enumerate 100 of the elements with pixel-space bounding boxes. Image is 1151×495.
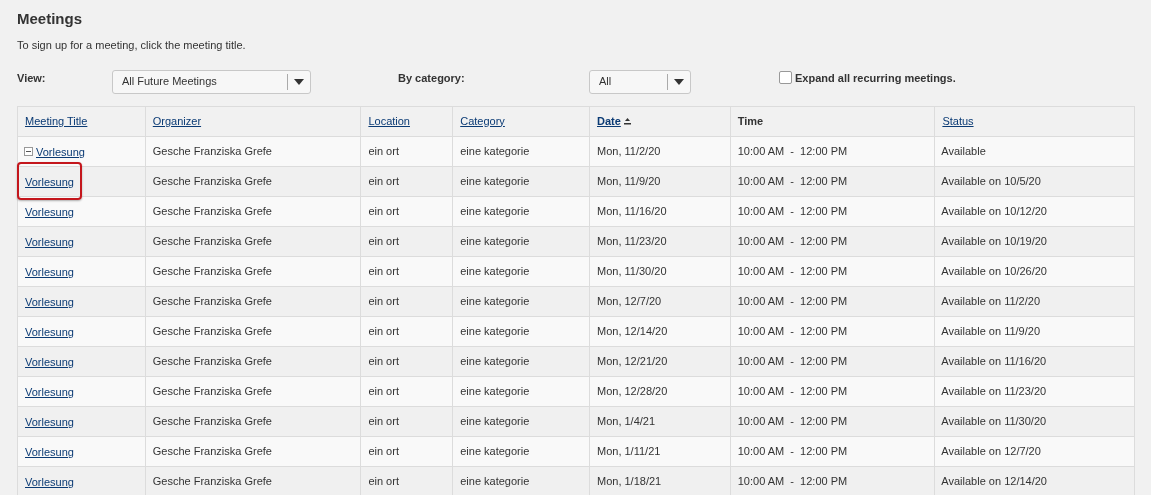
time-cell: 10:00 AM - 12:00 PM [730, 196, 936, 226]
collapse-icon[interactable] [24, 146, 33, 156]
time-cell: 10:00 AM - 12:00 PM [730, 136, 936, 166]
category-label: By category: [398, 70, 466, 86]
time-cell: 10:00 AM - 12:00 PM [730, 226, 936, 256]
table-cell: eine kategorie [453, 166, 590, 196]
column-sort-link[interactable]: Status [942, 112, 974, 130]
time-cell: 10:00 AM - 12:00 PM [730, 166, 936, 196]
table-cell: Gesche Franziska Grefe [145, 316, 362, 346]
table-cell: eine kategorie [453, 136, 590, 166]
meeting-link[interactable]: Vorlesung [25, 266, 74, 278]
table-cell: eine kategorie [453, 316, 590, 346]
select-value: All [598, 74, 613, 90]
table-cell: Gesche Franziska Grefe [145, 256, 362, 286]
meeting-link[interactable]: Vorlesung [25, 446, 74, 458]
table-cell-text: Available on 11/2/20 [940, 293, 1042, 309]
table-cell: Gesche Franziska Grefe [145, 166, 362, 196]
table-cell: Gesche Franziska Grefe [145, 346, 362, 376]
column-sort-link[interactable]: Meeting Title [25, 112, 88, 130]
table-cell: Mon, 12/21/20 [590, 346, 731, 376]
meeting-link[interactable]: Vorlesung [25, 356, 74, 368]
view-label: View: [17, 70, 47, 86]
meeting-link[interactable]: Vorlesung [25, 296, 74, 308]
table-cell: ein ort [361, 166, 454, 196]
caret-icon [674, 78, 684, 85]
table-cell: ein ort [361, 286, 454, 316]
page-title: Meetings [17, 10, 83, 28]
table-cell: Gesche Franziska Grefe [145, 136, 362, 166]
time-cell: 10:00 AM - 12:00 PM [730, 286, 936, 316]
table-cell: ein ort [361, 196, 454, 226]
meeting-link[interactable]: Vorlesung [36, 146, 85, 158]
table-cell-text: Available on 11/9/20 [940, 323, 1042, 339]
table-cell: ein ort [361, 346, 454, 376]
table-cell: eine kategorie [453, 226, 590, 256]
table-cell-text: Available on 11/30/20 [940, 413, 1048, 429]
table-cell: eine kategorie [453, 286, 590, 316]
time-cell: 10:00 AM - 12:00 PM [730, 406, 936, 436]
column-sort-link[interactable]: Category [460, 112, 505, 130]
table-cell: ein ort [361, 226, 454, 256]
table-cell: Mon, 12/28/20 [590, 376, 731, 406]
category-select[interactable]: All [589, 69, 691, 94]
instructions-text: To sign up for a meeting, click the meeting title. [17, 38, 247, 53]
table-cell: Mon, 11/2/20 [590, 136, 731, 166]
table-cell: eine kategorie [453, 196, 590, 226]
time-cell: 10:00 AM - 12:00 PM [730, 346, 936, 376]
table-cell: eine kategorie [453, 346, 590, 376]
table-cell-text: Available on 10/5/20 [940, 173, 1042, 189]
time-cell: 10:00 AM - 12:00 PM [730, 466, 936, 495]
table-cell: Gesche Franziska Grefe [145, 466, 362, 495]
table-cell: Mon, 12/14/20 [590, 316, 731, 346]
table-cell-text: Available [940, 143, 987, 159]
table-cell: Mon, 11/30/20 [590, 256, 731, 286]
column-sort-link[interactable]: Location [368, 112, 410, 130]
table-cell: Mon, 12/7/20 [590, 286, 731, 316]
table-cell: Gesche Franziska Grefe [145, 196, 362, 226]
table-cell: ein ort [361, 256, 454, 286]
column-label: Time [737, 113, 764, 129]
meeting-link[interactable]: Vorlesung [25, 236, 74, 248]
time-cell: 10:00 AM - 12:00 PM [730, 256, 936, 286]
table-cell: Gesche Franziska Grefe [145, 226, 362, 256]
meeting-link[interactable]: Vorlesung [25, 416, 74, 428]
table-cell-text: Available on 12/7/20 [940, 443, 1042, 459]
view-select[interactable]: All Future Meetings [112, 69, 311, 94]
meeting-link[interactable]: Vorlesung [25, 476, 74, 488]
time-cell: 10:00 AM - 12:00 PM [730, 436, 936, 466]
table-cell: Mon, 11/16/20 [590, 196, 731, 226]
column-sort-link[interactable]: Date [597, 112, 631, 130]
table-cell: Mon, 1/11/21 [590, 436, 731, 466]
table-cell: Gesche Franziska Grefe [145, 406, 362, 436]
table-cell: ein ort [361, 466, 454, 495]
table-cell-text: Available on 10/26/20 [940, 263, 1048, 279]
table-cell: eine kategorie [453, 376, 590, 406]
table-cell: eine kategorie [453, 406, 590, 436]
expand-label: Expand all recurring meetings. [795, 70, 956, 86]
table-cell-text: Available on 10/19/20 [940, 233, 1048, 249]
meeting-link[interactable]: Vorlesung [25, 176, 74, 188]
expand-checkbox[interactable] [779, 71, 792, 85]
caret-icon [294, 78, 304, 85]
table-cell-text: Available on 12/14/20 [940, 473, 1048, 489]
table-cell: Mon, 11/9/20 [590, 166, 731, 196]
select-value: All Future Meetings [121, 74, 218, 90]
table-cell: eine kategorie [453, 436, 590, 466]
table-cell: Mon, 1/4/21 [590, 406, 731, 436]
table-cell-text: Available on 11/23/20 [940, 383, 1048, 399]
column-sort-link[interactable]: Organizer [152, 112, 202, 130]
meeting-link[interactable]: Vorlesung [25, 206, 74, 218]
table-cell: Mon, 11/23/20 [590, 226, 731, 256]
time-cell: 10:00 AM - 12:00 PM [730, 316, 936, 346]
table-cell: ein ort [361, 406, 454, 436]
table-cell: eine kategorie [453, 466, 590, 495]
meeting-link[interactable]: Vorlesung [25, 386, 74, 398]
sort-ascending-icon [623, 117, 631, 125]
table-cell: ein ort [361, 136, 454, 166]
table-cell: Gesche Franziska Grefe [145, 436, 362, 466]
table-cell-text: Available on 11/16/20 [940, 353, 1048, 369]
table-cell: ein ort [361, 376, 454, 406]
meeting-link[interactable]: Vorlesung [25, 326, 74, 338]
table-cell: ein ort [361, 436, 454, 466]
table-cell: Gesche Franziska Grefe [145, 376, 362, 406]
table-cell: eine kategorie [453, 256, 590, 286]
